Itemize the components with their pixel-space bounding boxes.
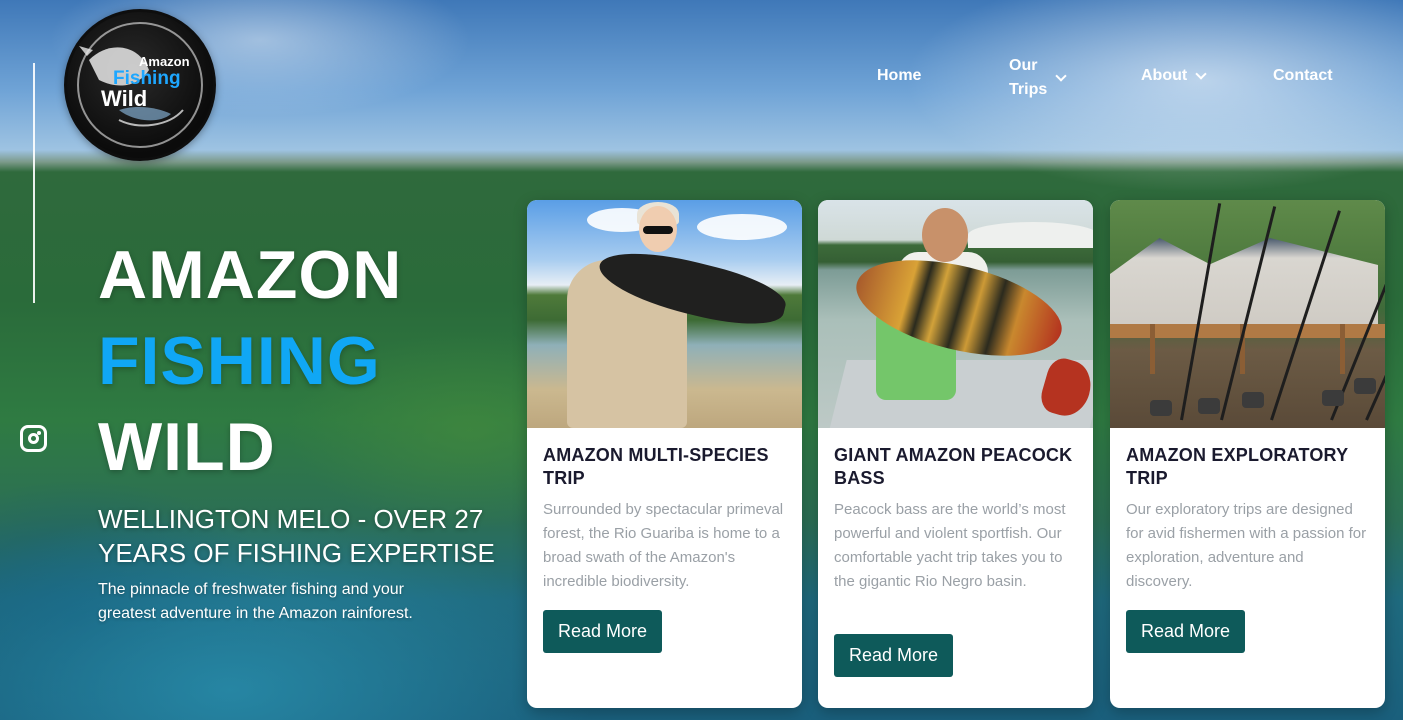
hero-tagline: The pinnacle of freshwater fishing and y… (98, 581, 413, 622)
trip-card-image (818, 200, 1093, 428)
nav-contact-label: Contact (1273, 67, 1333, 84)
trip-card-title: GIANT AMAZON PEACOCK BASS (834, 445, 1073, 488)
fishing-reel (1242, 392, 1264, 408)
fishing-reel (1150, 400, 1172, 416)
angler-glasses (643, 226, 673, 234)
trip-card-multi-species: AMAZON MULTI-SPECIES TRIP Surrounded by … (527, 200, 802, 708)
nav-home-label: Home (877, 67, 922, 84)
fishing-reel (1322, 390, 1344, 406)
deck-post (1150, 324, 1155, 374)
read-more-button[interactable]: Read More (1126, 610, 1246, 653)
hero-section: Amazon Fishing Wild Home Our Trips About… (0, 0, 1403, 720)
vertical-divider (33, 63, 35, 303)
trip-card-image (527, 200, 802, 428)
trip-card-exploratory: AMAZON EXPLORATORY TRIP Our exploratory … (1110, 200, 1385, 708)
logo-text-wild: Wild (101, 86, 148, 111)
read-more-button[interactable]: Read More (834, 634, 954, 677)
fishing-reel (1354, 378, 1376, 394)
chevron-down-icon (1195, 68, 1207, 80)
trip-card-title: AMAZON MULTI-SPECIES TRIP (543, 445, 769, 488)
tent-right (1198, 238, 1378, 328)
nav-our-trips-label-line2: Trips (1009, 81, 1048, 98)
trip-card-description: Peacock bass are the world’s most powerf… (834, 501, 1066, 590)
cloud-shape (697, 214, 787, 240)
nav-about-label: About (1141, 67, 1188, 84)
hero-title-line2: FISHING (98, 323, 381, 399)
trip-card-image (1110, 200, 1385, 428)
trip-card-description: Surrounded by spectacular primeval fores… (543, 501, 784, 590)
instagram-icon[interactable] (20, 425, 47, 452)
site-logo[interactable]: Amazon Fishing Wild (64, 9, 216, 161)
hero-title-line3: WILD (98, 409, 276, 485)
fishing-reel (1198, 398, 1220, 414)
instagram-dot (37, 431, 41, 435)
sand-dune (968, 222, 1093, 248)
nav-about-dropdown[interactable]: About (1141, 67, 1207, 85)
chevron-down-icon (1055, 70, 1067, 82)
logo-text-amazon: Amazon (139, 54, 190, 69)
read-more-button[interactable]: Read More (543, 610, 663, 653)
hero-title-line1: AMAZON (98, 237, 403, 313)
angler-head (922, 208, 968, 262)
trip-card-description: Our exploratory trips are designed for a… (1126, 501, 1367, 590)
trip-card-title: AMAZON EXPLORATORY TRIP (1126, 445, 1348, 488)
hero-title: AMAZON FISHING WILD (98, 232, 402, 490)
nav-home-link[interactable]: Home (877, 67, 921, 85)
nav-our-trips-label: Our Trips (1009, 54, 1047, 102)
deck-post (1340, 324, 1345, 374)
hero-subtitle: WELLINGTON MELO - OVER 27 YEARS OF FISHI… (98, 504, 495, 568)
nav-contact-link[interactable]: Contact (1273, 67, 1333, 85)
nav-our-trips-label-line1: Our (1009, 57, 1038, 74)
nav-our-trips-dropdown[interactable]: Our Trips (1009, 54, 1067, 102)
trip-card-peacock-bass: GIANT AMAZON PEACOCK BASS Peacock bass a… (818, 200, 1093, 708)
